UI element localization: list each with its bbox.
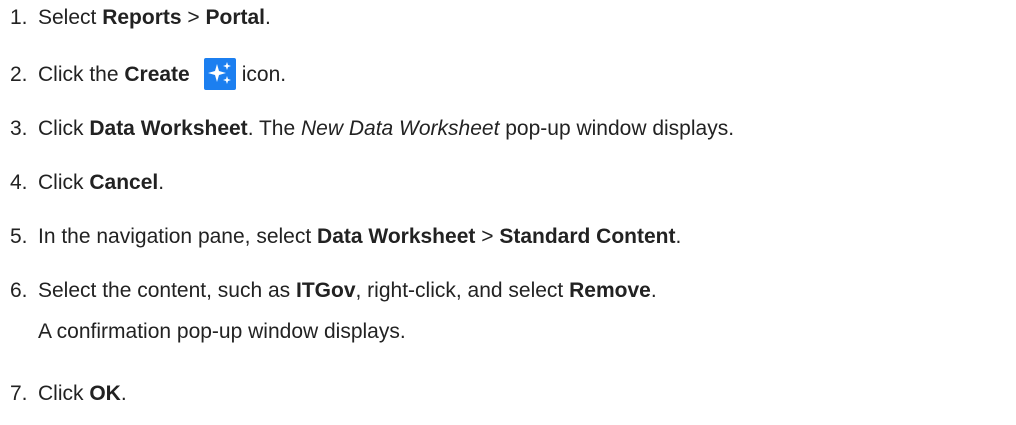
data-worksheet-nav-label: Data Worksheet [317, 225, 476, 248]
create-label: Create [124, 63, 190, 86]
itgov-label: ITGov [296, 279, 356, 302]
step-4: 4. Click Cancel. [10, 169, 164, 197]
step-7: 7. Click OK. [10, 380, 127, 408]
step-3: 3. Click Data Worksheet. The New Data Wor… [10, 115, 734, 143]
step-6: 6. Select the content, such as ITGov, rig… [10, 277, 657, 305]
portal-menu-label: Portal [205, 6, 266, 29]
step-number: 7. [10, 382, 28, 405]
data-worksheet-label: Data Worksheet [89, 117, 248, 140]
step-1: 1. Select Reports > Portal. [10, 4, 271, 32]
instruction-steps: 1. Select Reports > Portal. 2. Click the C… [0, 0, 1016, 425]
step-number: 4. [10, 171, 28, 194]
step-number: 6. [10, 279, 28, 302]
reports-menu-label: Reports [102, 6, 182, 29]
remove-label: Remove [569, 279, 651, 302]
step-2: 2. Click the Create icon. [10, 58, 286, 90]
sparkle-create-icon [203, 58, 236, 90]
standard-content-label: Standard Content [499, 225, 676, 248]
step-number: 2. [10, 63, 28, 86]
step-number: 1. [10, 6, 28, 29]
step-6-continuation: A confirmation pop-up window displays. [38, 320, 406, 343]
step-number: 3. [10, 117, 28, 140]
cancel-label: Cancel [89, 171, 159, 194]
step-number: 5. [10, 225, 28, 248]
step-5: 5. In the navigation pane, select Data Wo… [10, 223, 681, 251]
new-data-worksheet-window-name: New Data Worksheet [301, 117, 500, 140]
ok-label: OK [89, 382, 121, 405]
